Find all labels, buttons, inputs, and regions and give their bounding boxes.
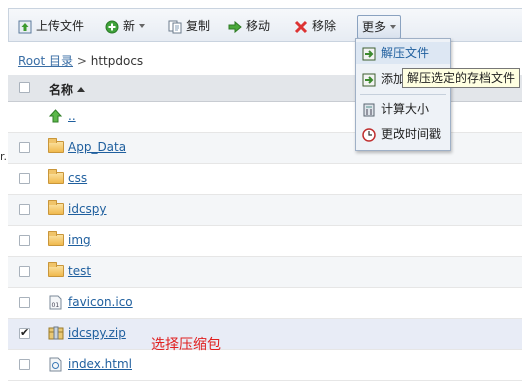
select-all-checkbox[interactable] — [19, 82, 30, 93]
row-checkbox[interactable] — [19, 297, 30, 308]
chevron-down-icon — [390, 25, 397, 29]
row-checkbox[interactable] — [19, 204, 30, 215]
folder-icon — [48, 262, 64, 277]
file-link[interactable]: index.html — [68, 357, 132, 371]
breadcrumb-current: httpdocs — [90, 54, 144, 68]
delete-x-icon — [294, 19, 308, 34]
row-checkbox[interactable] — [19, 235, 30, 246]
copy-label: 复制 — [186, 19, 211, 33]
file-link[interactable]: App_Data — [68, 140, 126, 154]
zip-archive-icon — [48, 326, 64, 340]
file-link[interactable]: favicon.ico — [68, 295, 133, 309]
more-label: 更多 — [362, 20, 387, 34]
table-row[interactable]: css — [8, 164, 522, 195]
row-checkbox[interactable] — [19, 359, 30, 370]
table-row[interactable]: idcspy — [8, 195, 522, 226]
file-link[interactable]: test — [68, 264, 91, 278]
table-row[interactable]: test — [8, 257, 522, 288]
file-link[interactable]: idcspy — [68, 202, 107, 216]
more-button[interactable]: 更多 — [357, 15, 402, 39]
html-file-icon — [48, 357, 63, 372]
chevron-down-icon — [139, 24, 146, 28]
breadcrumb-root-link[interactable]: Root 目录 — [18, 54, 73, 68]
toolbar: 上传文件 新 复制 移动 移除 更多 — [8, 8, 522, 42]
folder-icon — [48, 231, 64, 246]
annotation-label: 选择压缩包 — [151, 337, 221, 353]
file-link[interactable]: css — [68, 171, 87, 185]
table-row[interactable]: idcspy.zip — [8, 319, 522, 350]
row-checkbox[interactable] — [19, 266, 30, 277]
breadcrumb: Root 目录 > httpdocs — [18, 52, 143, 69]
sort-asc-icon — [77, 87, 86, 92]
remove-label: 移除 — [312, 19, 337, 33]
ico-file-icon: 01 — [48, 295, 63, 310]
left-cut-text: r. — [0, 150, 8, 163]
move-button[interactable]: 移动 — [228, 15, 270, 37]
upload-label: 上传文件 — [36, 19, 85, 33]
row-checkbox[interactable] — [19, 142, 30, 153]
clock-icon — [362, 127, 376, 142]
folder-icon — [48, 200, 64, 215]
file-link[interactable]: .. — [68, 109, 76, 123]
table-row[interactable]: 01 favicon.ico — [8, 288, 522, 319]
copy-button[interactable]: 复制 — [168, 15, 210, 37]
file-link[interactable]: img — [68, 233, 91, 247]
extract-icon — [362, 46, 376, 61]
remove-button[interactable]: 移除 — [294, 15, 336, 37]
menu-item-label: 解压文件 — [381, 46, 430, 60]
folder-icon — [48, 138, 64, 153]
upload-button[interactable]: 上传文件 — [18, 15, 84, 37]
menu-item-calc-size[interactable]: 计算大小 — [356, 98, 450, 120]
new-button[interactable]: 新 — [105, 15, 146, 37]
copy-icon — [168, 19, 182, 34]
file-link[interactable]: idcspy.zip — [68, 326, 126, 340]
move-label: 移动 — [246, 19, 271, 33]
row-checkbox[interactable] — [19, 326, 30, 339]
menu-item-extract[interactable]: 解压文件 — [356, 42, 450, 64]
arrow-right-icon — [228, 19, 242, 34]
menu-item-label: 计算大小 — [381, 102, 430, 116]
row-checkbox[interactable] — [19, 173, 30, 184]
folder-icon — [48, 169, 64, 184]
more-dropdown-menu: 解压文件 添加 计算大小 更改时间戳 — [355, 38, 451, 151]
menu-divider — [360, 94, 446, 95]
svg-text:01: 01 — [52, 302, 60, 309]
upload-icon — [18, 19, 32, 34]
new-label: 新 — [123, 19, 136, 33]
add-archive-icon — [362, 72, 376, 87]
extract-tooltip: 解压选定的存档文件 — [402, 68, 521, 88]
menu-item-change-timestamp[interactable]: 更改时间戳 — [356, 123, 450, 145]
table-row[interactable]: img — [8, 226, 522, 257]
folder-up-icon — [48, 109, 63, 123]
breadcrumb-separator: > — [76, 54, 87, 68]
name-column-label: 名称 — [49, 83, 74, 97]
calculator-icon — [362, 102, 376, 117]
name-column-header[interactable]: 名称 — [49, 81, 86, 98]
table-row[interactable]: index.html — [8, 350, 522, 381]
plus-icon — [105, 19, 119, 34]
menu-item-label: 更改时间戳 — [381, 127, 442, 141]
